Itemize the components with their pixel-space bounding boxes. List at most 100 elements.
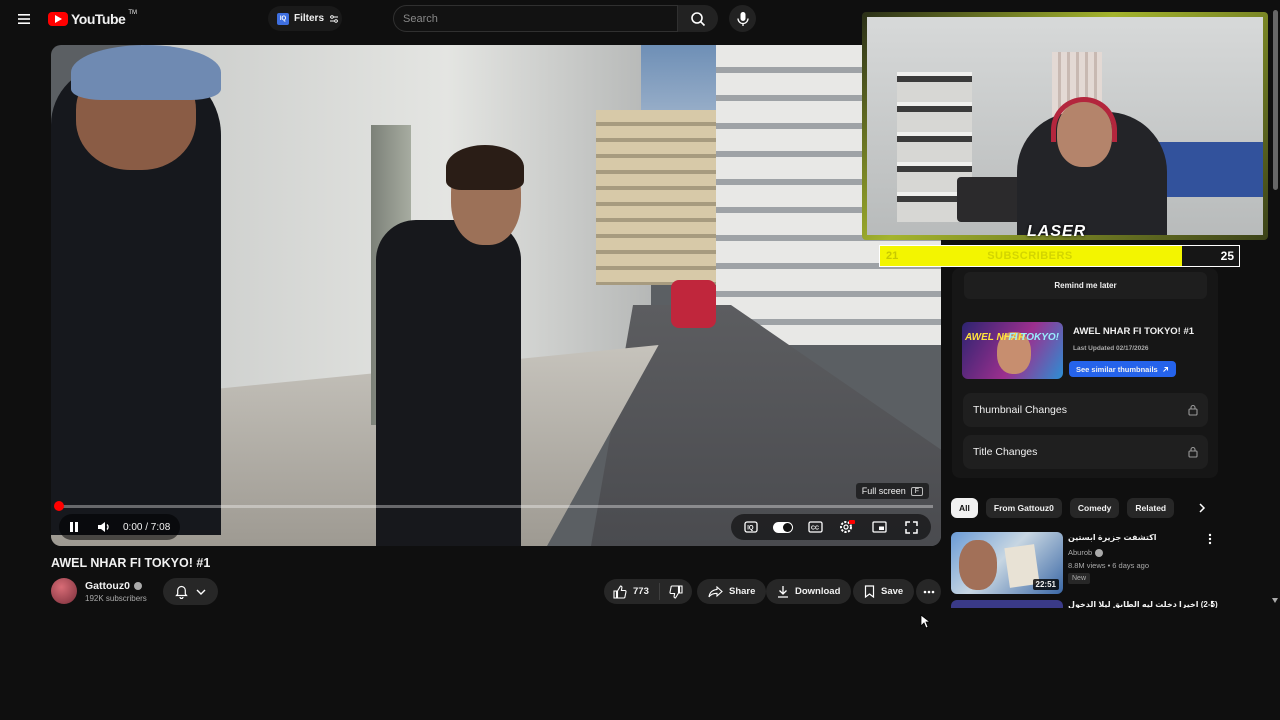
save-playlist-icon xyxy=(864,585,875,598)
thumbnail-preview[interactable]: AWEL NHAR FI TOKYO! xyxy=(962,322,1063,379)
subscriber-count: 192K subscribers xyxy=(85,594,147,603)
miniplayer-button[interactable] xyxy=(863,514,895,540)
chip-related[interactable]: Related xyxy=(1127,498,1175,518)
pause-button[interactable] xyxy=(59,514,89,540)
video-frame-van xyxy=(671,280,716,328)
search-bar xyxy=(393,5,678,32)
notifications-button[interactable] xyxy=(163,578,218,605)
more-horizontal-icon xyxy=(923,590,934,593)
voice-search-button[interactable] xyxy=(729,5,756,32)
chips-next-button[interactable] xyxy=(1196,502,1208,514)
more-vertical-icon xyxy=(1208,533,1212,545)
title-changes-row[interactable]: Title Changes xyxy=(963,435,1208,469)
download-icon xyxy=(778,586,788,598)
thumbnail-changes-label: Thumbnail Changes xyxy=(973,404,1067,416)
volume-button[interactable] xyxy=(89,514,119,540)
video-duration: 22:51 xyxy=(1032,579,1059,590)
download-label: Download xyxy=(795,586,841,597)
save-button[interactable]: Save xyxy=(853,579,915,604)
thumbs-up-icon xyxy=(613,584,627,599)
similar-thumbnails-button[interactable]: See similar thumbnails xyxy=(1069,361,1176,377)
page-scrollbar[interactable] xyxy=(1271,0,1280,610)
extension-icon: IQ xyxy=(277,12,289,25)
chip-all[interactable]: All xyxy=(951,498,978,518)
time-display: 0:00 / 7:08 xyxy=(123,521,171,533)
lock-icon xyxy=(1188,446,1198,458)
recommendation-channel-row[interactable]: Aburob xyxy=(1068,548,1104,557)
recommendation-thumbnail[interactable]: 22:51 xyxy=(951,532,1063,594)
lock-icon xyxy=(1188,404,1198,416)
verified-icon xyxy=(133,582,142,590)
menu-icon[interactable] xyxy=(12,8,36,30)
thumbnail-video-title: AWEL NHAR FI TOKYO! #1 xyxy=(1073,326,1195,337)
like-button[interactable]: 773 xyxy=(604,583,660,600)
chip-comedy[interactable]: Comedy xyxy=(1069,498,1120,518)
thumbs-down-icon xyxy=(669,584,683,599)
filters-button[interactable]: IQ Filters xyxy=(268,6,342,31)
fullscreen-button[interactable] xyxy=(895,514,927,540)
recommendation-menu-button[interactable] xyxy=(1208,533,1212,545)
scrollbar-thumb[interactable] xyxy=(1273,10,1278,190)
channel-name-row[interactable]: Gattouz0 xyxy=(85,580,142,592)
last-updated: Last Updated 02/17/2026 xyxy=(1073,345,1149,352)
more-vertical-icon xyxy=(1210,600,1214,608)
similar-thumbnails-label: See similar thumbnails xyxy=(1076,364,1158,374)
svg-text:IQ: IQ xyxy=(747,526,754,532)
recommendation-thumbnail[interactable] xyxy=(951,600,1063,608)
channel-name[interactable]: Gattouz0 xyxy=(85,580,130,592)
like-count: 773 xyxy=(633,586,649,597)
progress-scrubber[interactable] xyxy=(54,501,64,511)
external-link-icon xyxy=(1162,366,1168,372)
recommendation-meta: 8.8M views • 6 days ago xyxy=(1068,561,1149,570)
youtube-logo[interactable]: YouTube TM xyxy=(48,10,137,28)
streamer-brand: LASER xyxy=(1027,223,1087,240)
video-frame-person-right-hair xyxy=(446,145,524,190)
chip-from-gattouz0[interactable]: From Gattouz0 xyxy=(985,498,1062,518)
channel-avatar[interactable] xyxy=(51,578,77,604)
video-player[interactable]: Full screen F 0:00 / 7:08 IQ CC xyxy=(51,45,941,546)
save-label: Save xyxy=(881,586,904,597)
search-input[interactable] xyxy=(403,12,677,25)
bell-icon xyxy=(175,585,188,599)
video-frame-apartments xyxy=(596,110,726,285)
title-changes-label: Title Changes xyxy=(973,446,1038,458)
webcam-feed xyxy=(867,17,1263,235)
youtube-play-icon xyxy=(48,12,68,26)
remind-later-button[interactable]: Remind me later xyxy=(964,272,1207,299)
verified-icon xyxy=(1095,548,1104,557)
search-icon xyxy=(691,11,706,26)
extension-icon: IQ xyxy=(744,521,758,533)
autoplay-toggle[interactable] xyxy=(767,514,799,540)
player-controls-left: 0:00 / 7:08 xyxy=(59,514,181,540)
dislike-button[interactable] xyxy=(660,584,692,599)
scroll-down-arrow-icon[interactable] xyxy=(1272,598,1278,603)
miniplayer-icon xyxy=(871,521,887,533)
settings-button[interactable] xyxy=(831,514,863,540)
thumbnail-changes-row[interactable]: Thumbnail Changes xyxy=(963,393,1208,427)
player-controls-right: IQ CC xyxy=(731,514,931,540)
extension-player-button[interactable]: IQ xyxy=(735,514,767,540)
recommendation-channel[interactable]: Aburob xyxy=(1068,548,1092,557)
pause-icon xyxy=(70,522,78,532)
gear-icon xyxy=(840,520,855,533)
captions-icon: CC xyxy=(807,521,823,533)
recommendation-title[interactable]: (2-5) اخيرا دخلت ليه الطابق ليلا الدخول xyxy=(1068,600,1218,608)
autoplay-toggle-switch xyxy=(773,521,793,533)
recommendation-menu-button[interactable] xyxy=(1210,600,1214,608)
share-button[interactable]: Share xyxy=(697,579,767,604)
fullscreen-tooltip-key: F xyxy=(910,486,923,496)
search-button[interactable] xyxy=(678,5,718,32)
filters-label: Filters xyxy=(294,13,325,24)
related-chips: All From Gattouz0 Comedy Related xyxy=(951,498,1175,518)
progress-bar[interactable] xyxy=(54,501,933,511)
like-dislike-group: 773 xyxy=(604,579,692,604)
subscriber-goal-target: 25 xyxy=(1220,249,1234,263)
download-button[interactable]: Download xyxy=(766,579,852,604)
fullscreen-tooltip-label: Full screen xyxy=(861,486,906,496)
recommendation-thumbnail-face xyxy=(959,540,997,590)
subscriber-goal-label: SUBSCRIBERS xyxy=(987,250,1073,262)
recommendation-title[interactable]: اكتشفت جزيرة ابستين xyxy=(1068,533,1157,542)
more-actions-button[interactable] xyxy=(916,579,941,604)
captions-button[interactable]: CC xyxy=(799,514,831,540)
logo-tm: TM xyxy=(128,10,137,16)
